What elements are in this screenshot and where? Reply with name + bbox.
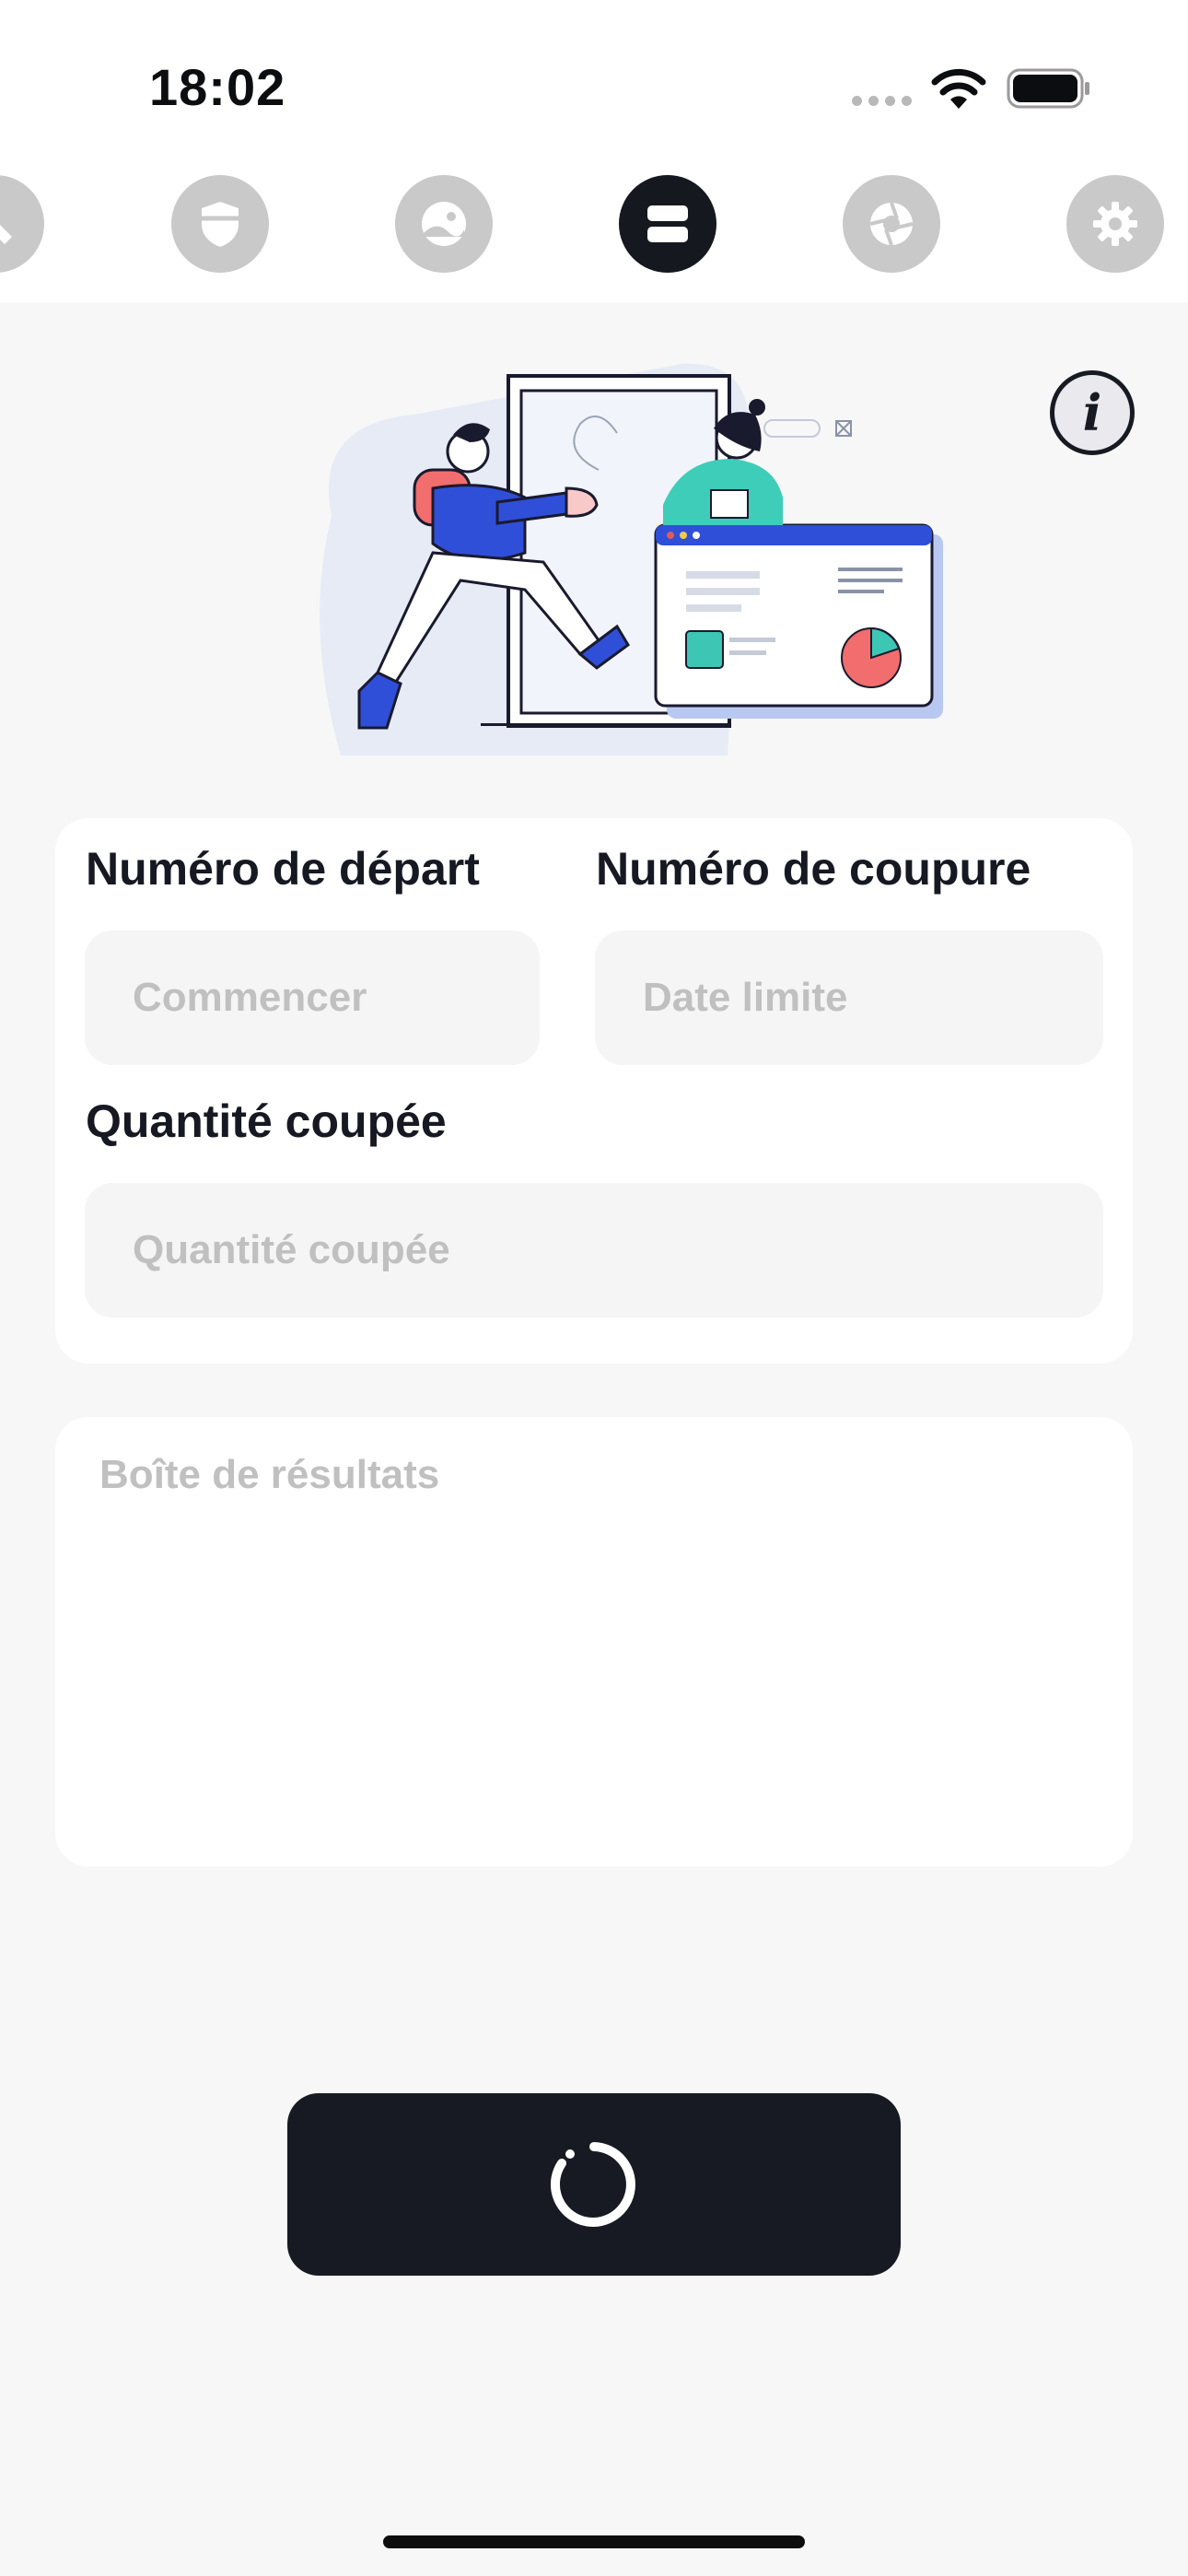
tools-icon <box>0 225 12 244</box>
quantity-input[interactable] <box>131 1226 1057 1274</box>
tab-image[interactable] <box>395 175 493 273</box>
status-time: 18:02 <box>149 58 286 116</box>
tab-settings[interactable] <box>1066 175 1164 273</box>
tab-security[interactable] <box>171 175 269 273</box>
top-bar: 18:02 <box>0 0 1188 302</box>
quantity-field[interactable] <box>85 1183 1103 1317</box>
wifi-icon <box>931 68 986 109</box>
result-box <box>55 1417 1133 1867</box>
stack-icon <box>647 205 688 242</box>
info-button[interactable]: i <box>1050 370 1135 455</box>
hero-illustration <box>320 363 943 755</box>
aperture-icon <box>869 202 914 246</box>
cellular-signal-icon <box>852 96 912 106</box>
start-number-label: Numéro de départ <box>86 843 480 895</box>
battery-icon <box>1007 68 1089 109</box>
cutoff-number-input[interactable] <box>641 974 1057 1022</box>
tab-tools[interactable] <box>0 175 44 273</box>
tab-split[interactable] <box>619 175 716 273</box>
submit-button[interactable] <box>287 2093 901 2276</box>
start-number-input[interactable] <box>131 974 494 1022</box>
info-icon: i <box>1082 383 1102 442</box>
shield-icon <box>202 202 239 247</box>
cutoff-number-label: Numéro de coupure <box>596 843 1031 895</box>
tab-camera[interactable] <box>843 175 940 273</box>
start-number-field[interactable] <box>85 931 540 1065</box>
cutoff-number-field[interactable] <box>595 931 1103 1065</box>
gear-icon <box>1093 202 1137 246</box>
result-textarea[interactable] <box>99 1452 1089 1832</box>
tool-tabs <box>0 175 1188 276</box>
quantity-label: Quantité coupée <box>86 1095 447 1147</box>
input-card: Numéro de départ Numéro de coupure Quant… <box>55 818 1133 1364</box>
home-indicator <box>383 2535 805 2548</box>
loading-spinner-icon <box>550 2142 635 2227</box>
landscape-icon <box>422 202 466 246</box>
